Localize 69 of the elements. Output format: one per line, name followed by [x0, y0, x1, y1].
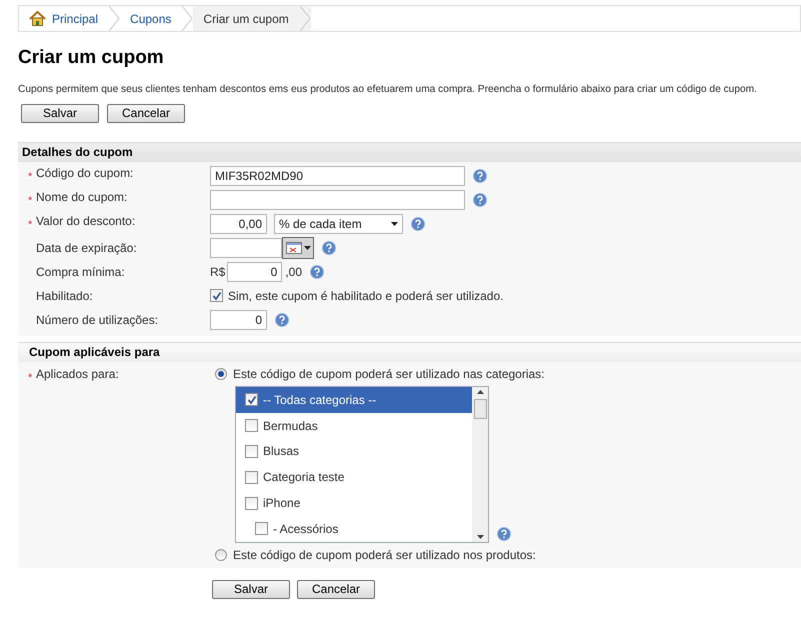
- scroll-down-icon[interactable]: [476, 534, 484, 539]
- currency-symbol: R$: [210, 264, 226, 281]
- category-item[interactable]: - Acessórios: [236, 516, 472, 542]
- help-icon[interactable]: [310, 264, 324, 279]
- caret-icon: [304, 246, 310, 250]
- radio-button[interactable]: [215, 368, 227, 380]
- field-label: Aplicados para:: [36, 366, 119, 383]
- button[interactable]: Salvar: [212, 580, 290, 599]
- button[interactable]: Cancelar: [297, 580, 375, 599]
- scrollbar[interactable]: [472, 386, 488, 542]
- category-item[interactable]: Bermudas: [236, 412, 472, 438]
- required-mark: *: [28, 170, 32, 183]
- help-icon[interactable]: [411, 216, 425, 231]
- help-icon[interactable]: [275, 312, 289, 327]
- radio-label: Este código de cupom poderá ser utilizado nas categorias:: [233, 366, 545, 383]
- breadcrumb-link[interactable]: Cupons: [120, 6, 182, 31]
- checkbox[interactable]: [245, 444, 258, 458]
- scrollbar-thumb[interactable]: [474, 399, 486, 420]
- checkbox[interactable]: [210, 289, 223, 302]
- home-icon: [29, 11, 46, 26]
- text-field[interactable]: MIF35R02MD90: [210, 166, 465, 186]
- field-label: Data de expiração:: [36, 240, 137, 257]
- field-label: Habilitado:: [36, 288, 93, 305]
- text-field[interactable]: [210, 190, 465, 210]
- page-title: Criar um cupom: [18, 46, 165, 70]
- chevron-separator-icon: [108, 6, 120, 31]
- field-label: Nome do cupom:: [36, 188, 128, 206]
- field-label: Compra mínima:: [36, 264, 125, 281]
- category-item[interactable]: -- Todas categorias --: [236, 386, 472, 413]
- calendar-icon: [286, 242, 302, 254]
- breadcrumb-link[interactable]: Principal: [19, 6, 108, 31]
- scroll-up-icon[interactable]: [476, 390, 484, 394]
- discount-field[interactable]: 0,00: [210, 214, 267, 234]
- required-mark: *: [28, 218, 32, 231]
- category-item[interactable]: Blusas: [236, 438, 472, 464]
- checkbox[interactable]: [245, 470, 258, 484]
- discount-type-select[interactable]: % de cada item: [274, 214, 403, 234]
- help-icon[interactable]: [473, 168, 487, 183]
- help-icon[interactable]: [473, 192, 487, 207]
- checkbox-label: Sim, este cupom é habilitado e poderá ser utilizado.: [228, 288, 504, 305]
- checkbox[interactable]: [245, 393, 258, 406]
- usage-count-field[interactable]: 0: [210, 310, 267, 330]
- checkbox[interactable]: [245, 419, 258, 432]
- field-label: Número de utilizações:: [36, 312, 158, 329]
- field-label: Código do cupom:: [36, 164, 134, 182]
- button[interactable]: Salvar: [21, 104, 99, 123]
- date-field[interactable]: [210, 238, 282, 258]
- radio-button[interactable]: [215, 548, 227, 561]
- page-description: Cupons permitem que seus clientes tenham descontos ems eus produtos ao efetuarem uma compra. Preencha o formulário abaixo para criar um código de cupom.: [18, 82, 758, 96]
- button[interactable]: Cancelar: [107, 104, 185, 123]
- required-mark: *: [28, 372, 32, 384]
- caret-icon: [391, 222, 398, 226]
- help-icon[interactable]: [497, 526, 511, 541]
- required-mark: *: [28, 194, 32, 207]
- cents-text: ,00: [285, 264, 302, 281]
- calendar-button[interactable]: [282, 236, 314, 259]
- help-icon[interactable]: [322, 240, 336, 255]
- field-label: Valor do desconto:: [36, 212, 136, 230]
- section-heading: Detalhes do cupom: [18, 142, 801, 162]
- category-item[interactable]: iPhone: [236, 490, 472, 516]
- category-list[interactable]: -- Todas categorias -- Bermudas Blusas Categoria teste iPhone - Acessórios: [235, 386, 489, 543]
- minimum-purchase-field[interactable]: 0: [227, 262, 282, 282]
- breadcrumb-link[interactable]: Criar um cupom: [193, 6, 299, 31]
- radio-label: Este código de cupom poderá ser utilizado nos produtos:: [233, 546, 536, 564]
- chevron-separator-icon: [298, 6, 311, 31]
- checkbox[interactable]: [245, 496, 258, 510]
- category-item[interactable]: Categoria teste: [236, 464, 472, 490]
- checkbox[interactable]: [255, 522, 268, 536]
- chevron-separator-icon: [181, 6, 194, 31]
